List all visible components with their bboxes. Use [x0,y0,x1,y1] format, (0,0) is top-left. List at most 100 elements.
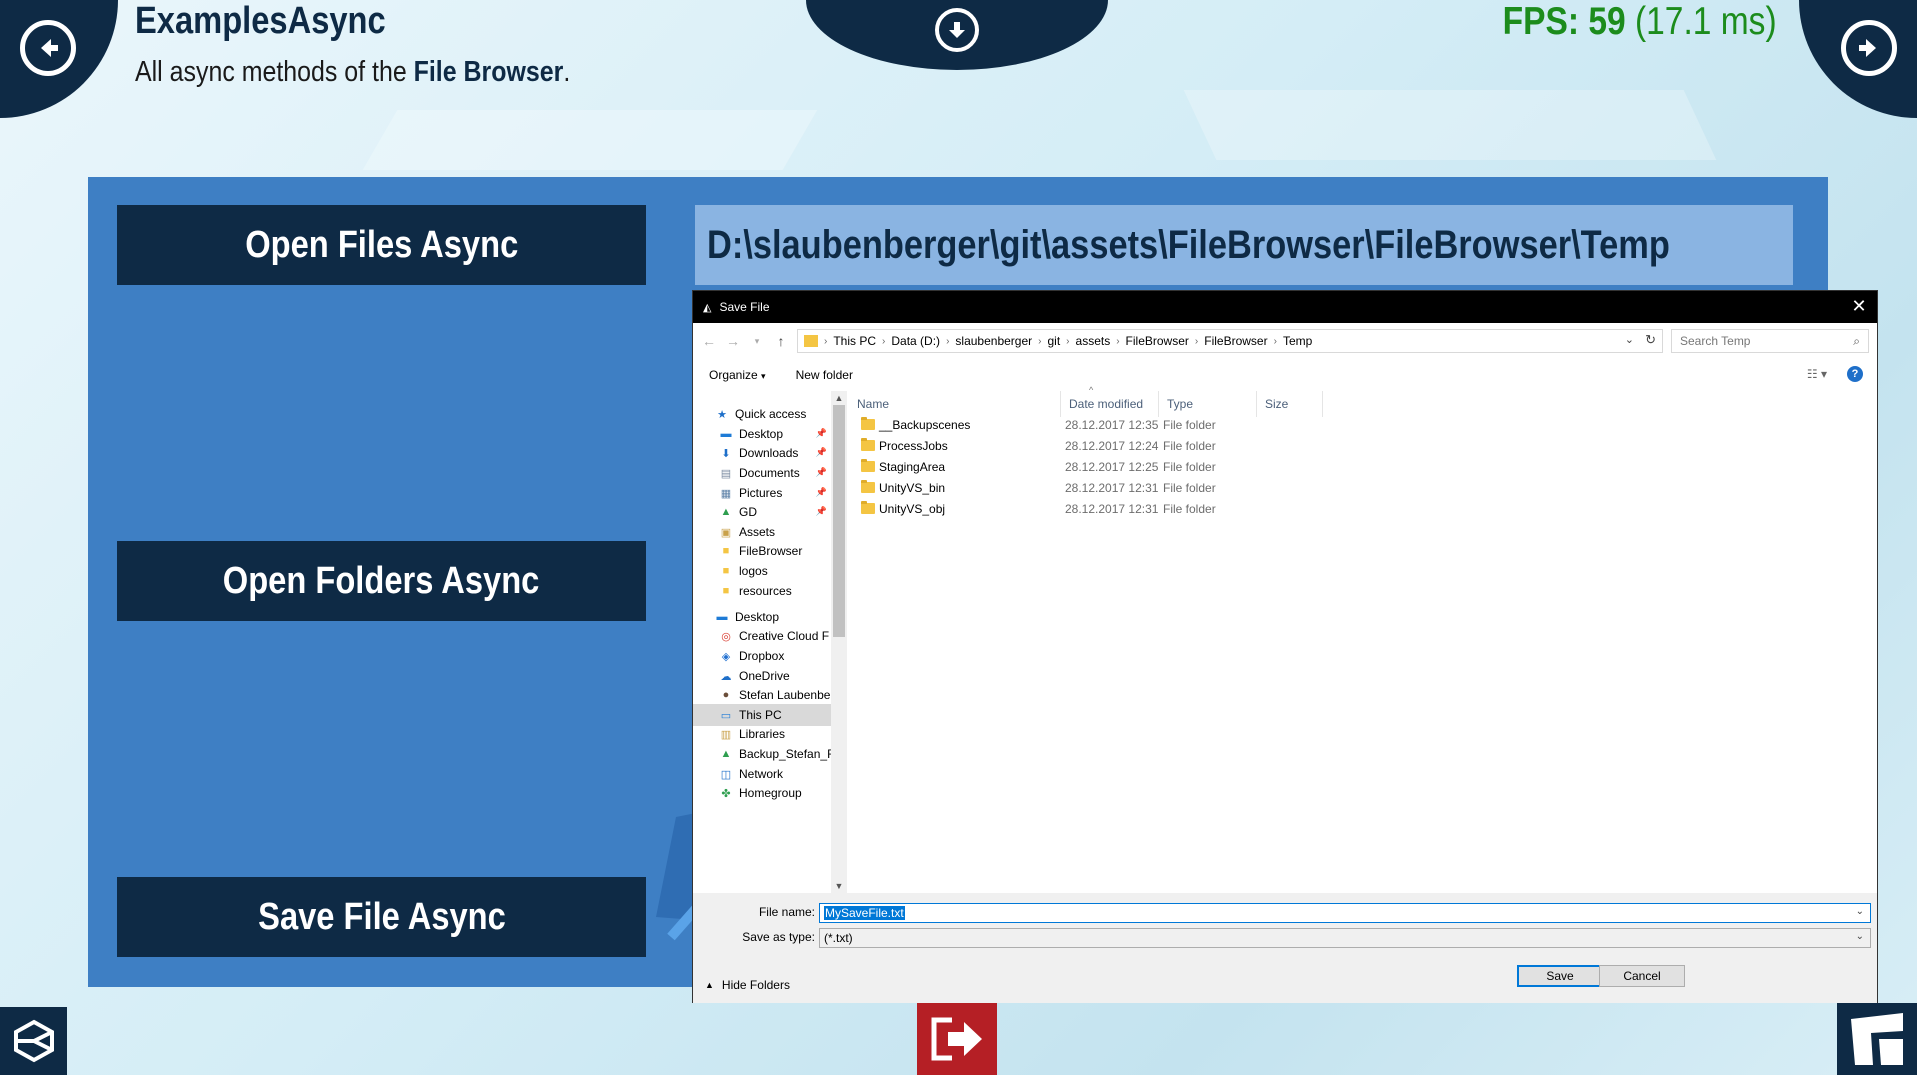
dialog-footer: File name: MySaveFile.txt ⌄ Save as type… [693,893,1877,1003]
column-header[interactable]: Date modified [1061,391,1159,417]
nav-item-label: Backup_Stefan_F [739,747,831,761]
breadcrumb-item[interactable]: This PC [833,334,876,348]
hide-folders-toggle[interactable]: ▲ Hide Folders [705,978,790,992]
file-row[interactable]: UnityVS_bin 28.12.2017 12:31 File folder [857,478,1317,498]
nav-item[interactable]: ◈ Dropbox [693,645,831,667]
save-file-async-button[interactable]: Save File Async [117,877,646,957]
nav-item[interactable]: ▲ GD 📌 [693,501,831,523]
forward-nav-corner[interactable] [1799,0,1917,118]
back-arrow-icon[interactable]: ← [701,333,717,349]
refresh-icon[interactable]: ↻ [1645,332,1656,348]
nav-item[interactable]: ▥ Libraries [693,723,831,745]
pin-icon: 📌 [815,487,827,497]
address-dropdown-icon[interactable]: ⌄ [1625,333,1634,346]
breadcrumb-item[interactable]: Data (D:) [891,334,940,348]
breadcrumb-item[interactable]: assets [1076,334,1111,348]
new-folder-button[interactable]: New folder [796,368,853,382]
folder-icon [804,335,818,347]
crosstales-logo-button[interactable] [1837,1003,1917,1075]
file-name-label: File name: [758,905,815,919]
nav-item-label: Desktop [735,610,780,624]
nav-item[interactable]: ● Stefan Laubenbe [693,684,831,706]
nav-item[interactable]: ▤ Documents 📌 [693,462,831,484]
nav-scrollbar[interactable]: ▲ ▼ [831,391,847,893]
file-row[interactable]: ProcessJobs 28.12.2017 12:24 File folder [857,436,1317,456]
scroll-up-icon[interactable]: ▲ [831,391,847,405]
save-button[interactable]: Save [1517,965,1603,987]
up-arrow-icon[interactable]: ↑ [773,333,789,349]
document-icon: ▤ [720,467,732,480]
nav-item[interactable]: ▲ Backup_Stefan_F [693,743,831,765]
folder-icon: ■ [722,565,730,577]
folder-icon [861,417,875,430]
forward-arrow-icon[interactable]: → [725,333,741,349]
address-row: ← → ▾ ↑ › This PC › Data (D:) › slaubenberge… [693,323,1877,359]
file-date: 28.12.2017 12:35 [1065,418,1159,432]
column-header[interactable]: Name [849,391,1061,417]
homegroup-icon: ✤ [721,787,731,800]
scroll-thumb[interactable] [833,405,845,637]
open-folders-async-button[interactable]: Open Folders Async [117,541,646,621]
scroll-down-icon[interactable]: ▼ [831,879,847,893]
breadcrumb-item[interactable]: FileBrowser [1126,334,1189,348]
arrow-down-circle-icon[interactable] [935,8,979,52]
file-date: 28.12.2017 12:25 [1065,460,1159,474]
organize-button[interactable]: Organize ▾ [709,368,766,382]
nav-item-label: resources [739,584,792,598]
nav-item[interactable]: ◎ Creative Cloud F [693,625,831,647]
cancel-button[interactable]: Cancel [1599,965,1685,987]
nav-item-label: This PC [739,708,782,722]
pin-icon: 📌 [815,428,827,438]
file-name-input[interactable]: MySaveFile.txt ⌄ [819,903,1871,923]
unity-logo-button[interactable] [0,1007,67,1075]
nav-item[interactable]: ■ resources [693,580,831,602]
download-icon: ⬇ [721,447,731,460]
nav-item[interactable]: ✤ Homegroup [693,782,831,804]
drive-icon: ▲ [720,506,732,518]
folder-icon: ■ [722,585,730,597]
nav-item[interactable]: ⬇ Downloads 📌 [693,442,831,464]
column-header[interactable]: Type [1159,391,1257,417]
nav-item[interactable]: ■ logos [693,560,831,582]
nav-item-label: Network [739,767,784,781]
file-type: File folder [1163,418,1216,432]
selected-path-display: D:\slaubenberger\git\assets\FileBrowser\… [695,205,1793,285]
file-row[interactable]: StagingArea 28.12.2017 12:25 File folder [857,457,1317,477]
file-row[interactable]: UnityVS_obj 28.12.2017 12:31 File folder [857,499,1317,519]
save-type-select[interactable]: (*.txt) ⌄ [819,928,1871,948]
breadcrumb-item[interactable]: FileBrowser [1204,334,1267,348]
nav-item-label: Assets [739,525,776,539]
nav-item-label: GD [739,505,757,519]
open-files-label: Open Files Async [244,223,519,266]
help-icon[interactable]: ? [1847,366,1863,382]
breadcrumb-item[interactable]: git [1047,334,1060,348]
chevron-down-icon[interactable]: ⌄ [1856,906,1864,917]
arrow-left-circle-icon[interactable] [20,20,76,76]
file-row[interactable]: __Backupscenes 28.12.2017 12:35 File folde… [857,415,1317,435]
breadcrumb-item[interactable]: Temp [1283,334,1312,348]
nav-item[interactable]: ★ Quick access [693,403,831,425]
search-input[interactable]: Search Temp ⌕ [1671,329,1869,353]
chevron-down-icon[interactable]: ⌄ [1856,931,1864,942]
organize-label: Organize [709,368,758,382]
subtitle-text: All async methods of the [135,56,414,88]
subtitle-suffix: . [563,56,571,88]
nav-item-label: Pictures [739,486,783,500]
dialog-title-bar: ◭ Save File ✕ [693,291,1877,323]
column-header[interactable]: Size [1257,391,1323,417]
back-nav-corner[interactable] [0,0,118,118]
network-icon: ◫ [720,768,732,781]
nav-item[interactable]: ■ FileBrowser [693,540,831,562]
view-options-icon[interactable]: ☷ ▾ [1807,367,1827,381]
exit-button[interactable] [917,1003,997,1075]
crosstales-logo-icon [1851,1013,1903,1065]
library-icon: ▥ [720,728,732,741]
recent-chevron-icon[interactable]: ▾ [749,336,765,347]
arrow-right-circle-icon[interactable] [1841,20,1897,76]
download-nav-tab[interactable] [806,0,1108,70]
user-folder-icon: ▣ [720,526,732,539]
open-files-async-button[interactable]: Open Files Async [117,205,646,285]
address-bar[interactable]: › This PC › Data (D:) › slaubenberger › git › as… [797,329,1663,353]
breadcrumb-item[interactable]: slaubenberger [955,334,1032,348]
close-icon[interactable]: ✕ [1849,297,1869,317]
